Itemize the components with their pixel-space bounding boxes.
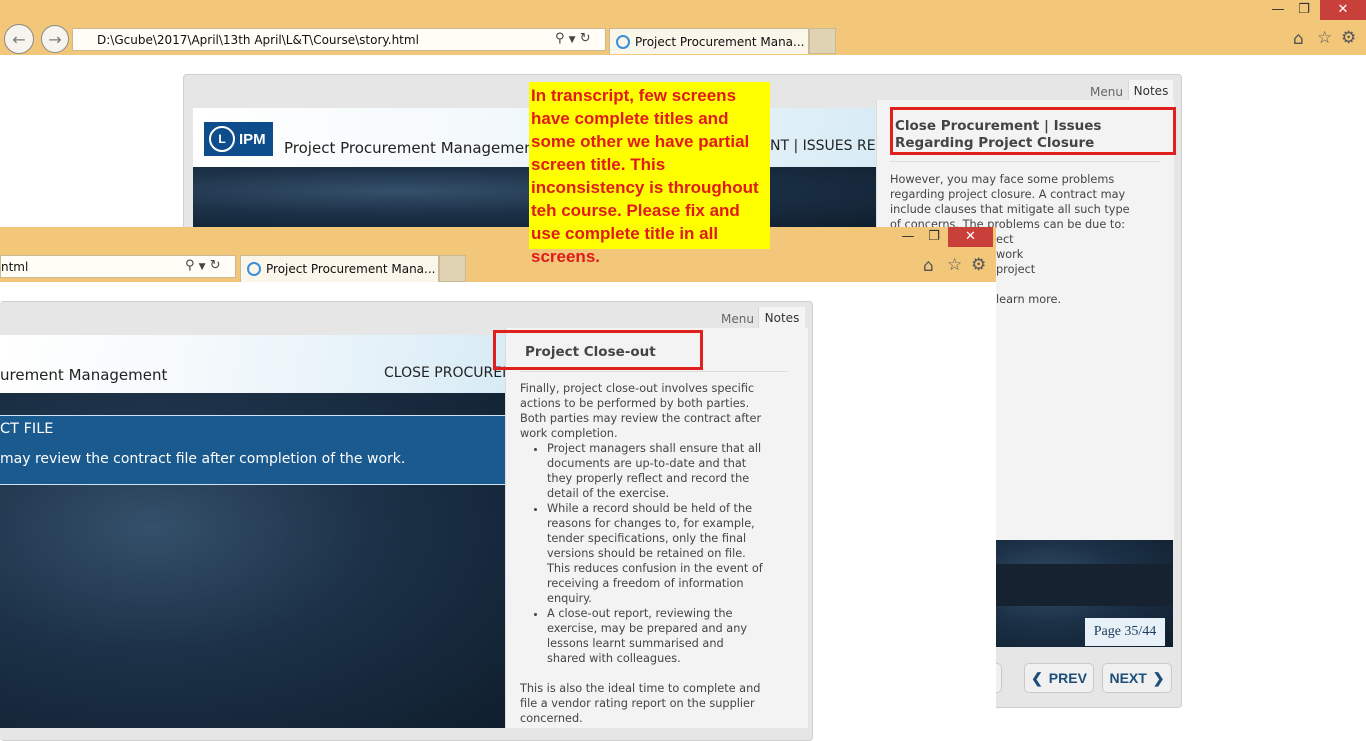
ie-icon	[247, 262, 261, 276]
search-icon[interactable]: ⚲	[185, 258, 195, 273]
star-icon[interactable]: ☆	[1317, 28, 1332, 48]
refresh-icon[interactable]: ↻	[580, 31, 591, 46]
lt-logo-icon: L	[209, 126, 235, 152]
close-window-button-front[interactable]: ✕	[948, 227, 993, 247]
slide-heading: CT FILE	[0, 421, 54, 437]
slide-band	[996, 564, 1173, 606]
notes-intro: Finally, project close-out involves spec…	[520, 382, 762, 440]
course-section-title: NT | ISSUES REG	[770, 138, 887, 154]
notes-line: include clauses that mitigate all such t…	[890, 203, 1130, 216]
dropdown-arrow-icon[interactable]: ▼	[569, 35, 576, 45]
notes-tab-front[interactable]: Notes	[758, 307, 805, 329]
gear-icon[interactable]: ⚙	[1341, 28, 1356, 48]
address-text: ntml	[1, 259, 29, 274]
annotation-box-front	[493, 330, 703, 370]
annotation-box	[890, 107, 1176, 155]
notes-line: regarding project closure. A contract ma…	[890, 188, 1126, 201]
restore-button-front[interactable]: ❐	[922, 229, 946, 244]
close-window-button[interactable]: ✕	[1320, 0, 1366, 20]
back-arrow-icon: ←	[12, 29, 26, 49]
restore-button[interactable]: ❐	[1292, 2, 1316, 17]
page-indicator: Page 35/44	[1085, 618, 1165, 646]
course-title-front: urement Management	[0, 366, 168, 384]
ie-icon	[616, 34, 630, 49]
browser-tab-front[interactable]: Project Procurement Mana... ✕	[240, 255, 439, 282]
notes-body-front: Finally, project close-out involves spec…	[520, 381, 765, 726]
next-button[interactable]: NEXT ❯	[1102, 663, 1172, 693]
minimize-button-front[interactable]: —	[896, 229, 920, 244]
notes-line: However, you may face some problems	[890, 173, 1115, 186]
menu-tab[interactable]: Menu	[1090, 85, 1123, 99]
refresh-icon[interactable]: ↻	[210, 258, 221, 273]
notes-bullet: Project managers shall ensure that all d…	[547, 441, 765, 501]
notes-divider	[520, 371, 788, 372]
course-header-front	[0, 335, 505, 393]
notes-fragment: project	[996, 263, 1036, 276]
address-bar-icons-front: ⚲ ▼ ↻	[185, 258, 235, 273]
review-comment-callout: In transcript, few screens have complete…	[529, 82, 770, 266]
address-bar[interactable]: D:\Gcube\2017\April\13th April\L&T\Cours…	[72, 28, 606, 51]
dropdown-arrow-icon[interactable]: ▼	[199, 262, 206, 272]
logo-subtext: L&T INSTITUTE OF PROJECT MANAGEMENT	[204, 151, 268, 155]
slide-body-text: may review the contract file after compl…	[0, 451, 406, 467]
notes-body: However, you may face some problems rega…	[890, 172, 1130, 232]
home-icon[interactable]: ⌂	[923, 256, 934, 276]
new-tab-button[interactable]	[809, 28, 836, 54]
search-icon[interactable]: ⚲	[555, 31, 565, 46]
slide-text-band	[0, 415, 505, 485]
chevron-right-icon: ❯	[1152, 669, 1165, 686]
course-title: Project Procurement Management	[284, 139, 540, 157]
prev-button[interactable]: ❮ PREV	[1024, 663, 1094, 693]
address-bar-icons: ⚲ ▼ ↻	[555, 31, 605, 46]
minimize-button[interactable]: —	[1266, 2, 1290, 17]
tab-title: Project Procurement Mana...	[266, 262, 436, 276]
notes-divider	[890, 161, 1160, 162]
address-text: D:\Gcube\2017\April\13th April\L&T\Cours…	[97, 32, 419, 47]
notes-tab[interactable]: Notes	[1128, 80, 1173, 102]
notes-bullet: While a record should be held of the rea…	[547, 501, 765, 606]
forward-arrow-icon: →	[48, 29, 62, 49]
notes-fragment: work	[996, 248, 1024, 261]
notes-bullet: A close-out report, reviewing the exerci…	[547, 606, 765, 666]
notes-bullet-list: Project managers shall ensure that all d…	[520, 441, 765, 666]
chevron-left-icon: ❮	[1031, 669, 1043, 686]
home-icon[interactable]: ⌂	[1293, 29, 1304, 49]
forward-button[interactable]: →	[41, 25, 69, 53]
tab-title: Project Procurement Mana...	[635, 34, 805, 49]
notes-fragment: ect	[996, 233, 1014, 246]
notes-outro: This is also the ideal time to complete …	[520, 682, 761, 725]
notes-fragment: learn more.	[996, 293, 1062, 306]
star-icon[interactable]: ☆	[947, 255, 962, 275]
gear-icon[interactable]: ⚙	[971, 255, 986, 275]
new-tab-button-front[interactable]	[439, 255, 466, 282]
back-button[interactable]: ←	[4, 24, 34, 54]
menu-tab-front[interactable]: Menu	[721, 312, 754, 326]
browser-tab[interactable]: Project Procurement Mana... ✕	[609, 28, 809, 54]
